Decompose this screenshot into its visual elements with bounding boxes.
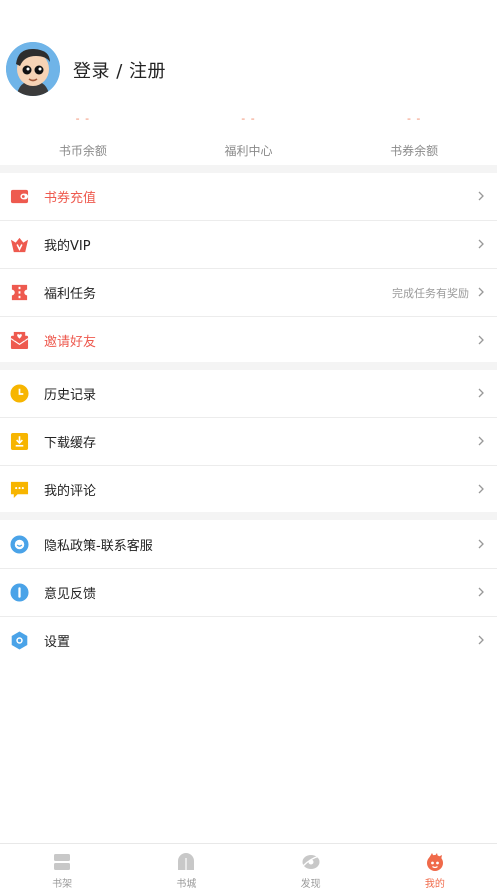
chevron-right-icon: [478, 239, 484, 249]
section-divider: [0, 512, 497, 520]
menu-item-history[interactable]: 历史记录: [0, 370, 497, 418]
menu-group-support: 隐私政策-联系客服 意见反馈 设置: [0, 521, 497, 664]
settings-icon: [11, 631, 28, 650]
tab-label: 我的: [424, 879, 445, 890]
menu-label: 邀请好友: [44, 335, 97, 350]
menu-item-privacy-support[interactable]: 隐私政策-联系客服: [0, 521, 497, 569]
stat-value: - -: [75, 112, 91, 125]
menu-label: 我的评论: [44, 484, 97, 499]
feedback-icon: [10, 583, 29, 602]
section-divider: [0, 362, 497, 370]
tab-label: 书城: [176, 879, 197, 890]
chevron-right-icon: [478, 484, 484, 494]
menu-label: 我的VIP: [44, 239, 91, 254]
profile-header: 登录 / 注册: [0, 0, 497, 112]
menu-item-vip[interactable]: 我的VIP: [0, 221, 497, 269]
avatar[interactable]: [6, 42, 60, 96]
vip-crown-icon: [10, 237, 29, 253]
mine-icon: [426, 853, 443, 871]
account-stats: - - 书币余额 - - 福利中心 - - 书券余额: [0, 112, 497, 166]
chevron-right-icon: [478, 287, 484, 297]
menu-group-account: 书券充值 我的VIP 福利任务 完成任务有奖励 邀请好友: [0, 173, 497, 364]
menu-item-settings[interactable]: 设置: [0, 617, 497, 664]
menu-item-my-comments[interactable]: 我的评论: [0, 466, 497, 513]
bookshelf-icon: [54, 854, 71, 870]
chevron-right-icon: [478, 436, 484, 446]
menu-label: 下载缓存: [44, 436, 97, 451]
customer-service-icon: [10, 535, 29, 554]
chevron-right-icon: [478, 539, 484, 549]
tab-discover[interactable]: 发现: [249, 844, 373, 892]
comment-icon: [10, 481, 29, 499]
envelope-heart-icon: [10, 331, 29, 350]
menu-label: 隐私政策-联系客服: [44, 539, 153, 554]
section-divider: [0, 165, 497, 173]
bottom-tab-bar: 书架 书城 发现 我的: [0, 843, 497, 892]
tab-mine[interactable]: 我的: [373, 844, 497, 892]
stat-label: 福利中心: [224, 144, 273, 158]
menu-item-invite-friends[interactable]: 邀请好友: [0, 317, 497, 364]
menu-label: 设置: [44, 635, 71, 650]
wallet-icon: [10, 189, 29, 204]
tab-label: 发现: [300, 879, 321, 890]
login-register-link[interactable]: 登录 / 注册: [73, 57, 166, 83]
menu-item-download-cache[interactable]: 下载缓存: [0, 418, 497, 466]
menu-item-feedback[interactable]: 意见反馈: [0, 569, 497, 617]
menu-item-recharge[interactable]: 书券充值: [0, 173, 497, 221]
menu-label: 历史记录: [44, 388, 97, 403]
bookstore-icon: [178, 853, 195, 870]
tab-bookshelf[interactable]: 书架: [0, 844, 124, 892]
menu-label: 福利任务: [44, 287, 97, 302]
stat-label: 书券余额: [390, 144, 439, 158]
menu-hint: 完成任务有奖励: [392, 286, 469, 300]
discover-icon: [302, 855, 320, 869]
menu-item-welfare-tasks[interactable]: 福利任务 完成任务有奖励: [0, 269, 497, 317]
chevron-right-icon: [478, 635, 484, 645]
chevron-right-icon: [478, 335, 484, 345]
tab-bookstore[interactable]: 书城: [124, 844, 248, 892]
download-icon: [10, 432, 29, 451]
stat-value: - -: [241, 112, 256, 125]
stat-coin-balance[interactable]: - - 书币余额: [0, 112, 166, 166]
chevron-right-icon: [478, 191, 484, 201]
stat-voucher-balance[interactable]: - - 书券余额: [331, 112, 497, 166]
ticket-icon: [11, 284, 28, 301]
chevron-right-icon: [478, 388, 484, 398]
menu-label: 书券充值: [44, 191, 97, 206]
clock-icon: [10, 384, 29, 403]
avatar-face-icon: [6, 42, 60, 96]
stat-welfare-center[interactable]: - - 福利中心: [166, 112, 332, 166]
menu-label: 意见反馈: [44, 587, 97, 602]
tab-label: 书架: [52, 879, 73, 890]
stat-label: 书币余额: [58, 144, 107, 158]
menu-group-content: 历史记录 下载缓存 我的评论: [0, 370, 497, 513]
stat-value: - -: [406, 112, 422, 125]
chevron-right-icon: [478, 587, 484, 597]
